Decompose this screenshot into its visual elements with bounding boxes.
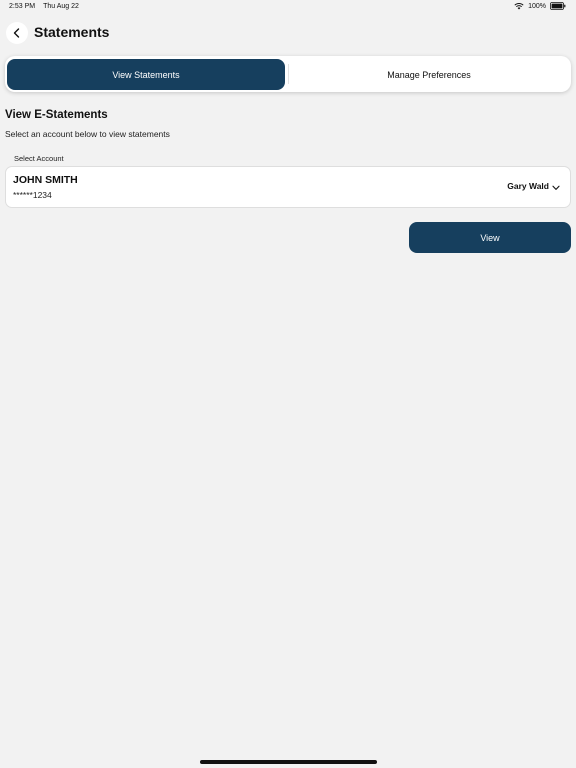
view-button[interactable]: View xyxy=(409,222,571,253)
status-right: 100% xyxy=(514,2,566,10)
chevron-down-icon xyxy=(552,183,560,190)
status-left: 2:53 PM Thu Aug 22 xyxy=(9,3,79,10)
battery-percent: 100% xyxy=(528,2,546,10)
account-select-dropdown[interactable]: JOHN SMITH ******1234 Gary Wald xyxy=(5,166,571,208)
back-button[interactable] xyxy=(6,22,28,44)
wifi-icon xyxy=(514,2,524,10)
statements-tabs: View Statements Manage Preferences xyxy=(5,56,571,92)
account-number: ******1234 xyxy=(13,190,52,200)
battery-icon xyxy=(550,2,566,10)
header: Statements xyxy=(0,20,576,46)
account-owner-name: Gary Wald xyxy=(507,181,549,191)
chevron-left-icon xyxy=(13,28,20,38)
status-time: 2:53 PM xyxy=(9,3,36,10)
home-indicator xyxy=(200,760,377,764)
status-bar: 2:53 PM Thu Aug 22 100% xyxy=(0,0,576,14)
section-title: View E-Statements xyxy=(5,109,108,121)
section-subtitle: Select an account below to view statemen… xyxy=(5,129,170,139)
tab-manage-preferences[interactable]: Manage Preferences xyxy=(289,59,569,90)
status-date: Thu Aug 22 xyxy=(43,3,79,10)
account-name: JOHN SMITH xyxy=(13,174,78,186)
tab-view-statements[interactable]: View Statements xyxy=(7,59,285,90)
account-owner: Gary Wald xyxy=(507,181,560,191)
select-account-label: Select Account xyxy=(14,154,64,163)
page-title: Statements xyxy=(34,24,110,40)
